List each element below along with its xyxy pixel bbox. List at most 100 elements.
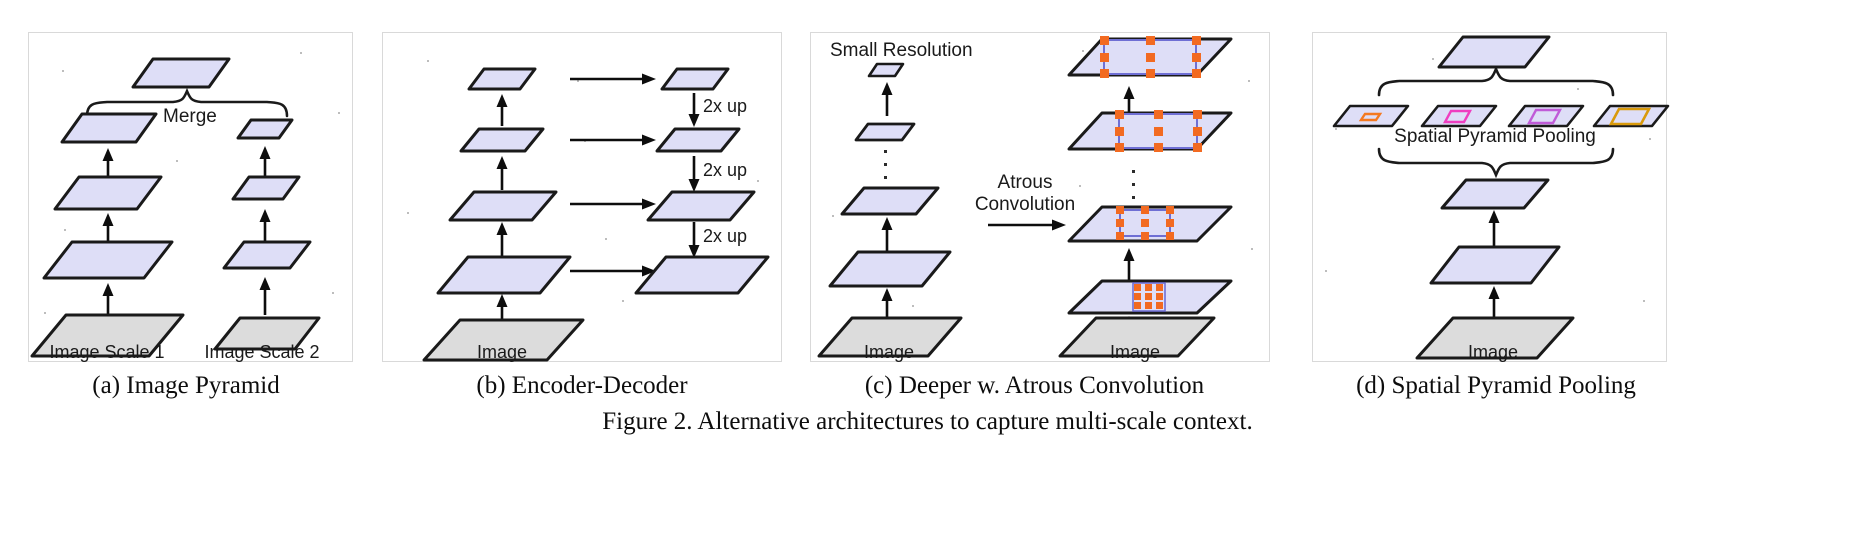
speck: [1335, 128, 1337, 130]
ellipsis-dot: [884, 163, 887, 166]
slab-c-right-4: [1066, 36, 1234, 78]
speck: [427, 60, 429, 62]
image-label: Image: [476, 342, 528, 362]
slab-a-left-2: [53, 175, 163, 211]
speck: [338, 112, 340, 114]
speck: [300, 52, 302, 54]
slab-d-top: [1437, 35, 1551, 69]
speck: [912, 305, 914, 307]
slab-b-dec-4: [660, 67, 730, 91]
slab-a-left-3: [60, 112, 158, 144]
atrous-line-2: Convolution: [974, 193, 1076, 215]
panel-d: Spatial Pyramid Pooling Image (d) Spatia…: [1277, 0, 1855, 440]
speck: [832, 215, 834, 217]
spp-lower-brace: [1377, 147, 1615, 179]
arrow-up: [880, 217, 894, 251]
slab-c-right-2: [1066, 204, 1234, 244]
speck: [605, 238, 607, 240]
ellipsis-dot: [1132, 196, 1135, 199]
speck: [622, 300, 624, 302]
panel-b-caption: (b) Encoder-Decoder: [476, 372, 688, 399]
slab-b-enc-3: [459, 127, 545, 153]
ellipsis-dot: [884, 176, 887, 179]
slab-b-enc-1: [436, 255, 572, 295]
slab-d-pool-2: [1420, 104, 1498, 128]
slab-a-right-1: [222, 240, 312, 270]
upsample-3-label: 2x up: [703, 226, 748, 246]
slab-c-right-3: [1066, 110, 1234, 152]
arrow-up: [495, 156, 509, 190]
panel-b: Image 2x up 2x up 2x up (b) Encoder-Deco…: [372, 0, 792, 440]
figure-caption: Figure 2. Alternative architectures to c…: [602, 408, 1253, 435]
image-scale-1-label: Image Scale 1: [49, 342, 165, 362]
slab-d-mid-1: [1429, 245, 1561, 285]
panel-c-caption: (c) Deeper w. Atrous Convolution: [864, 372, 1205, 399]
speck: [176, 160, 178, 162]
ellipsis-dot: [1132, 183, 1135, 186]
speck: [1325, 270, 1327, 272]
panel-a: Merge Image Scale 1 Image Scale 2 (a) Im…: [0, 0, 372, 440]
panel-c: Small Resolution Image Atrous Convolutio…: [792, 0, 1277, 440]
panel-a-caption: (a) Image Pyramid: [92, 372, 280, 399]
slab-b-dec-1: [634, 255, 770, 295]
speck: [1643, 300, 1645, 302]
arrow-up: [1487, 286, 1501, 320]
arrow-up: [495, 94, 509, 126]
arrow-up: [1122, 248, 1136, 282]
slab-d-pool-1: [1332, 104, 1410, 128]
slab-d-mid-2: [1440, 178, 1550, 210]
slab-b-dec-3: [655, 127, 741, 153]
image-left-label: Image: [863, 342, 915, 362]
arrow-up: [880, 82, 894, 116]
arrow-down: [687, 156, 701, 192]
atrous-line-1: Atrous: [997, 172, 1053, 193]
slab-d-pool-3: [1507, 104, 1585, 128]
image-label: Image: [1467, 342, 1519, 362]
ellipsis-dot: [1132, 170, 1135, 173]
arrow-up: [101, 283, 115, 317]
slab-a-right-3: [236, 118, 294, 140]
image-scale-2-label: Image Scale 2: [204, 342, 320, 362]
speck: [332, 292, 334, 294]
arrow-right: [570, 133, 656, 147]
panel-d-caption: (d) Spatial Pyramid Pooling: [1356, 372, 1636, 399]
arrow-up: [495, 222, 509, 256]
ellipsis-dot: [884, 150, 887, 153]
slab-merged-output: [131, 57, 231, 89]
speck: [1079, 185, 1081, 187]
slab-a-right-2: [231, 175, 301, 201]
merge-label: Merge: [163, 106, 217, 127]
slab-b-enc-4: [467, 67, 537, 91]
upsample-1-label: 2x up: [703, 96, 748, 116]
upsample-2-label: 2x up: [703, 160, 748, 180]
slab-b-enc-2: [448, 190, 558, 222]
arrow-down: [687, 222, 701, 258]
slab-b-dec-2: [646, 190, 756, 222]
speck: [1432, 58, 1434, 60]
small-resolution-label: Small Resolution: [830, 40, 973, 61]
slab-c-left-4: [867, 62, 905, 78]
speck: [1649, 138, 1651, 140]
slab-c-left-1: [828, 250, 952, 288]
spp-upper-brace: [1377, 65, 1615, 97]
speck: [407, 212, 409, 214]
arrow-up: [258, 277, 272, 315]
arrow-right: [570, 72, 656, 86]
image-right-label: Image: [1109, 342, 1161, 362]
slab-c-left-2: [840, 186, 940, 216]
atrous-convolution-label: Atrous Convolution: [975, 172, 1075, 216]
slab-c-right-1: [1066, 278, 1234, 316]
arrow-right: [570, 197, 656, 211]
speck: [1248, 80, 1250, 82]
spatial-pyramid-pooling-label: Spatial Pyramid Pooling: [1394, 126, 1596, 147]
slab-a-left-1: [42, 240, 174, 280]
panels-row: Merge Image Scale 1 Image Scale 2 (a) Im…: [0, 0, 1855, 440]
figure-2: Merge Image Scale 1 Image Scale 2 (a) Im…: [0, 0, 1855, 549]
speck: [757, 180, 759, 182]
arrow-up: [1487, 210, 1501, 246]
slab-c-left-3: [854, 122, 916, 142]
slab-d-pool-4: [1592, 104, 1670, 128]
speck: [1251, 248, 1253, 250]
speck: [62, 70, 64, 72]
arrow-right: [988, 218, 1066, 232]
